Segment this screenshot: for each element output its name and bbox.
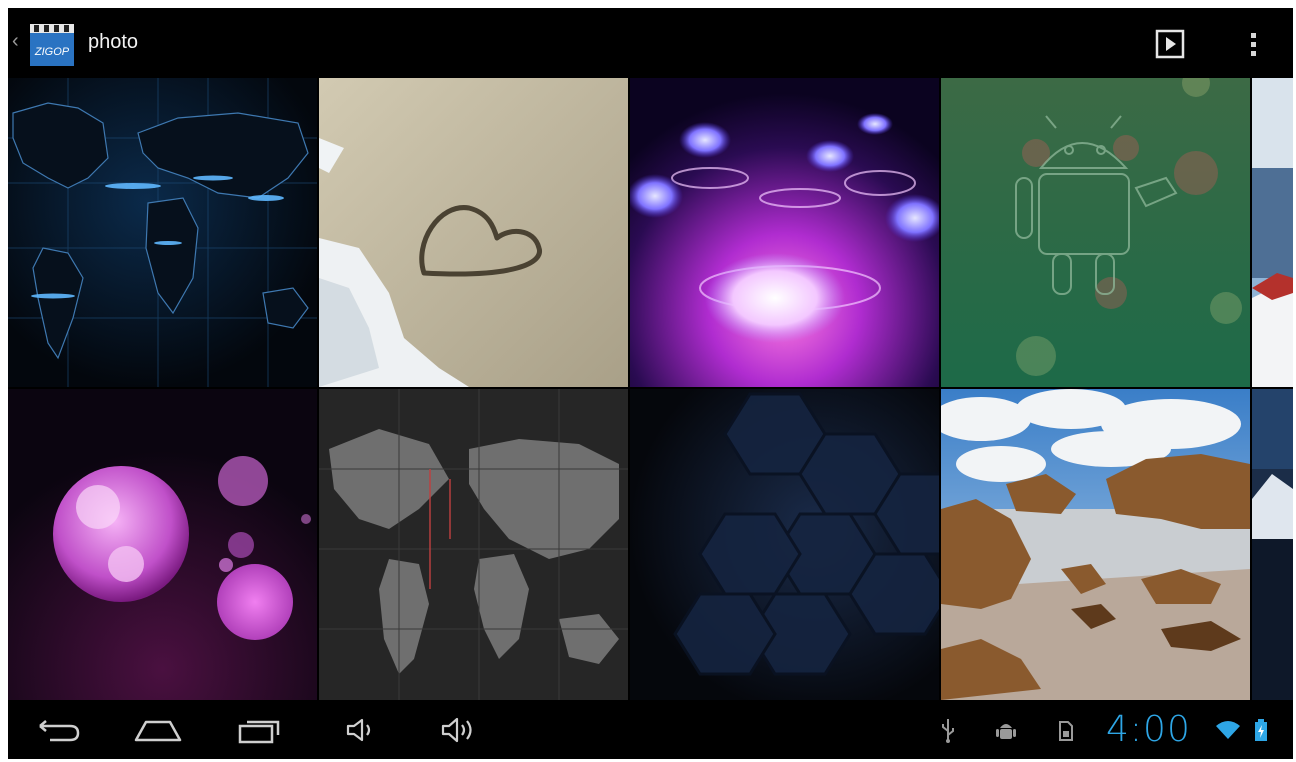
slideshow-button[interactable] [1150,24,1190,64]
overflow-dot-icon [1250,32,1256,38]
photo-tile-mountain-partial[interactable] [1252,389,1293,700]
photo-tile-snowy-partial[interactable] [1252,78,1293,387]
action-bar: ‹ ZIGOP photo [8,8,1293,78]
volume-down-button[interactable] [342,710,378,750]
recent-apps-icon [238,720,280,744]
photo-tile-android[interactable] [941,78,1250,387]
photo-tile-lotus[interactable] [630,78,939,387]
back-button[interactable] [34,710,82,750]
usb-icon [936,710,960,750]
recent-apps-button[interactable] [234,710,286,750]
home-button[interactable] [132,710,184,750]
play-icon [1155,29,1185,59]
volume-up-button[interactable] [438,710,482,750]
overflow-menu-button[interactable] [1236,24,1270,64]
app-logo-icon[interactable]: ZIGOP [28,18,76,70]
overflow-dot-icon [1250,50,1256,56]
clock: 4:00 [1106,709,1191,750]
sd-card-icon [1054,710,1078,750]
page-title: photo [88,31,139,53]
android-screen: ‹ ZIGOP photo 4:00 [8,8,1293,759]
system-bar: 4:00 [8,700,1293,759]
photo-tile-purple-bokeh[interactable] [8,389,317,700]
battery-icon [1250,710,1272,750]
volume-down-icon [346,718,371,742]
overflow-dot-icon [1250,41,1256,47]
volume-up-icon [441,717,472,743]
photo-tile-heart-sand[interactable] [319,78,628,387]
android-debug-icon [992,710,1020,750]
photo-tile-gray-map[interactable] [319,389,628,700]
home-icon [134,720,182,742]
wifi-icon [1214,710,1242,750]
photo-tile-rocky-beach[interactable] [941,389,1250,700]
photo-tile-world-map[interactable] [8,78,317,387]
up-caret-icon[interactable]: ‹ [12,30,19,53]
photo-grid [8,78,1293,700]
back-icon [39,720,80,742]
photo-tile-hexagons[interactable] [630,389,939,700]
app-icon-text: ZIGOP [34,46,70,58]
